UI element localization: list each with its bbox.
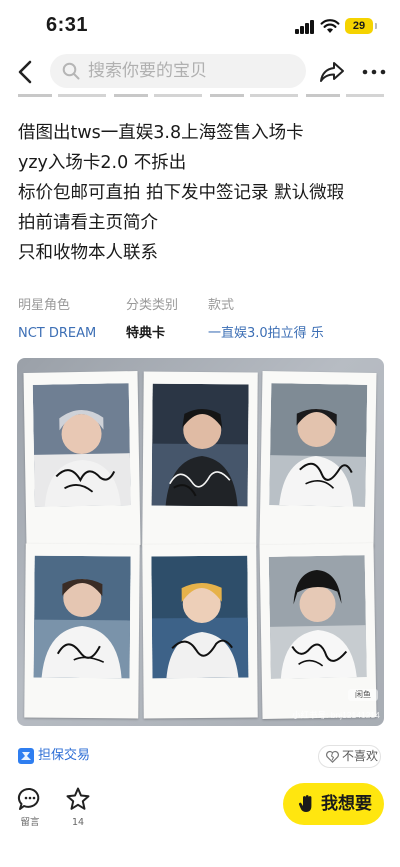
comment-icon: [17, 787, 40, 810]
polaroid-picture: [32, 383, 131, 507]
attribute-value[interactable]: 一直娱3.0拍立得 乐: [208, 326, 324, 342]
polaroid-card: [142, 371, 258, 547]
shield-icon: [18, 748, 34, 764]
attribute-star-role[interactable]: 明星角色 NCT DREAM: [18, 298, 96, 342]
favorite-button[interactable]: 14: [64, 786, 92, 829]
item-attributes: 明星角色 NCT DREAM 分类类别 特典卡 款式 一直娱3.0拍立得 乐: [18, 298, 384, 342]
watermark-logo: 闲鱼: [348, 689, 378, 701]
attribute-style[interactable]: 款式 一直娱3.0拍立得 乐: [208, 298, 324, 342]
attribute-label: 款式: [208, 298, 235, 313]
favorite-count: 14: [71, 817, 85, 828]
wifi-icon: [320, 19, 340, 33]
polaroid-picture: [268, 555, 367, 679]
polaroid-picture: [269, 383, 368, 507]
status-time: 6:31: [46, 14, 89, 36]
polaroid-picture: [33, 555, 131, 679]
want-button[interactable]: 我想要: [283, 783, 384, 825]
scrolled-content-edge: [18, 92, 384, 106]
dislike-label: 不喜欢: [342, 749, 379, 763]
polaroid-picture: [151, 383, 249, 507]
polaroid-picture: [151, 555, 249, 679]
nav-bar: 搜索你要的宝贝: [0, 52, 400, 92]
polaroid-card: [142, 543, 258, 719]
more-icon[interactable]: [360, 58, 388, 86]
back-icon[interactable]: [10, 56, 42, 88]
comment-label: 留言: [20, 817, 40, 828]
search-input[interactable]: 搜索你要的宝贝: [50, 54, 306, 88]
description-line: 标价包邮可直拍 拍下发中签记录 默认微瑕: [18, 183, 345, 203]
polaroid-card: [259, 371, 377, 547]
heart-broken-icon: [326, 750, 339, 763]
polaroid-card: [23, 371, 141, 547]
cellular-signal-icon: [295, 20, 315, 34]
description-line: 只和收物本人联系: [18, 243, 158, 263]
description-line: 拍前请看主页简介: [18, 213, 158, 233]
attribute-category: 分类类别 特典卡: [126, 298, 178, 342]
description-line: 借图出tws一直娱3.8上海签售入场卡: [18, 123, 304, 143]
guarantee-label: 担保交易: [38, 748, 91, 763]
comment-button[interactable]: 留言: [16, 786, 44, 829]
product-photo[interactable]: 闲鱼 小红书号: bnj12141214: [17, 358, 384, 726]
attribute-value: 特典卡: [126, 326, 166, 341]
description-line: yzy入场卡2.0 不拆出: [18, 153, 187, 173]
dislike-button[interactable]: 不喜欢: [318, 745, 381, 768]
search-icon: [62, 62, 80, 80]
search-placeholder: 搜索你要的宝贝: [88, 61, 207, 81]
status-bar: 6:31 29: [0, 0, 400, 48]
watermark-id: 小红书号: bnj12141214: [292, 710, 380, 720]
bottom-action-bar: 留言 14 我想要: [0, 780, 400, 867]
attribute-label: 明星角色: [18, 298, 71, 313]
star-icon: [66, 787, 90, 810]
item-description: 借图出tws一直娱3.8上海签售入场卡 yzy入场卡2.0 不拆出 标价包邮可直…: [18, 118, 384, 268]
polaroid-card: [24, 543, 140, 719]
attribute-label: 分类类别: [126, 298, 179, 313]
hand-icon: [298, 795, 312, 812]
share-icon[interactable]: [318, 58, 346, 86]
attribute-value[interactable]: NCT DREAM: [18, 326, 96, 342]
battery-icon: 29: [345, 18, 377, 34]
want-label: 我想要: [321, 794, 372, 814]
